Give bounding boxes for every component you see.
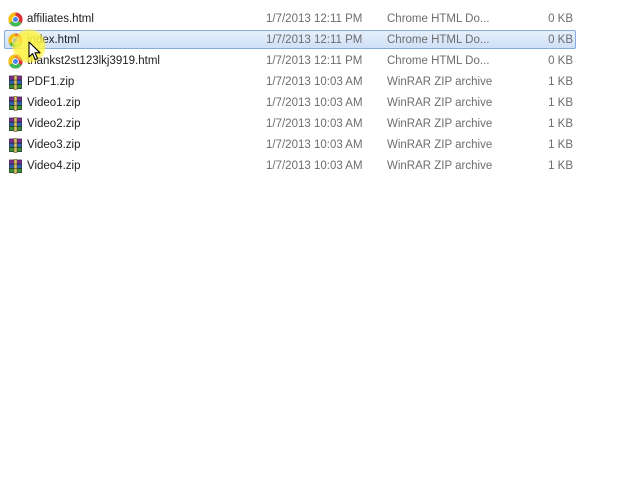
file-list: affiliates.html 1/7/2013 12:11 PM Chrome… <box>0 9 640 177</box>
file-date: 1/7/2013 10:03 AM <box>266 118 363 130</box>
file-row-video1[interactable]: Video1.zip 1/7/2013 10:03 AM WinRAR ZIP … <box>0 93 640 114</box>
file-date: 1/7/2013 10:03 AM <box>266 139 363 151</box>
file-type: Chrome HTML Do... <box>387 13 490 25</box>
file-date: 1/7/2013 10:03 AM <box>266 97 363 109</box>
file-size: 1 KB <box>548 118 573 130</box>
file-row-video4[interactable]: Video4.zip 1/7/2013 10:03 AM WinRAR ZIP … <box>0 156 640 177</box>
file-date: 1/7/2013 10:03 AM <box>266 160 363 172</box>
winrar-zip-icon <box>8 159 23 174</box>
file-row-thankst[interactable]: thankst2st123lkj3919.html 1/7/2013 12:11… <box>0 51 640 72</box>
file-date: 1/7/2013 10:03 AM <box>266 76 363 88</box>
winrar-zip-icon <box>8 138 23 153</box>
file-row-video2[interactable]: Video2.zip 1/7/2013 10:03 AM WinRAR ZIP … <box>0 114 640 135</box>
mouse-pointer-icon <box>28 41 42 61</box>
file-type: WinRAR ZIP archive <box>387 118 493 130</box>
file-name: Video3.zip <box>27 139 81 151</box>
winrar-zip-icon <box>8 75 23 90</box>
chrome-html-icon <box>8 33 23 48</box>
file-size: 1 KB <box>548 97 573 109</box>
file-size: 1 KB <box>548 160 573 172</box>
file-type: WinRAR ZIP archive <box>387 97 493 109</box>
file-row-index[interactable]: index.html 1/7/2013 12:11 PM Chrome HTML… <box>0 30 640 51</box>
file-row-video3[interactable]: Video3.zip 1/7/2013 10:03 AM WinRAR ZIP … <box>0 135 640 156</box>
file-size: 1 KB <box>548 139 573 151</box>
file-name: Video1.zip <box>27 97 81 109</box>
file-size: 0 KB <box>548 13 573 25</box>
file-size: 0 KB <box>548 34 573 46</box>
file-type: Chrome HTML Do... <box>387 55 490 67</box>
file-date: 1/7/2013 12:11 PM <box>266 13 363 25</box>
file-size: 1 KB <box>548 76 573 88</box>
winrar-zip-icon <box>8 96 23 111</box>
file-type: WinRAR ZIP archive <box>387 76 493 88</box>
winrar-zip-icon <box>8 117 23 132</box>
chrome-html-icon <box>8 54 23 69</box>
file-date: 1/7/2013 12:11 PM <box>266 34 363 46</box>
file-type: WinRAR ZIP archive <box>387 139 493 151</box>
file-row-pdf1[interactable]: PDF1.zip 1/7/2013 10:03 AM WinRAR ZIP ar… <box>0 72 640 93</box>
file-name: thankst2st123lkj3919.html <box>27 55 160 67</box>
file-type: WinRAR ZIP archive <box>387 160 493 172</box>
chrome-html-icon <box>8 12 23 27</box>
file-name: affiliates.html <box>27 13 94 25</box>
file-name: Video2.zip <box>27 118 81 130</box>
file-type: Chrome HTML Do... <box>387 34 490 46</box>
file-size: 0 KB <box>548 55 573 67</box>
file-name: PDF1.zip <box>27 76 75 88</box>
file-name: Video4.zip <box>27 160 81 172</box>
file-date: 1/7/2013 12:11 PM <box>266 55 363 67</box>
file-row-affiliates[interactable]: affiliates.html 1/7/2013 12:11 PM Chrome… <box>0 9 640 30</box>
